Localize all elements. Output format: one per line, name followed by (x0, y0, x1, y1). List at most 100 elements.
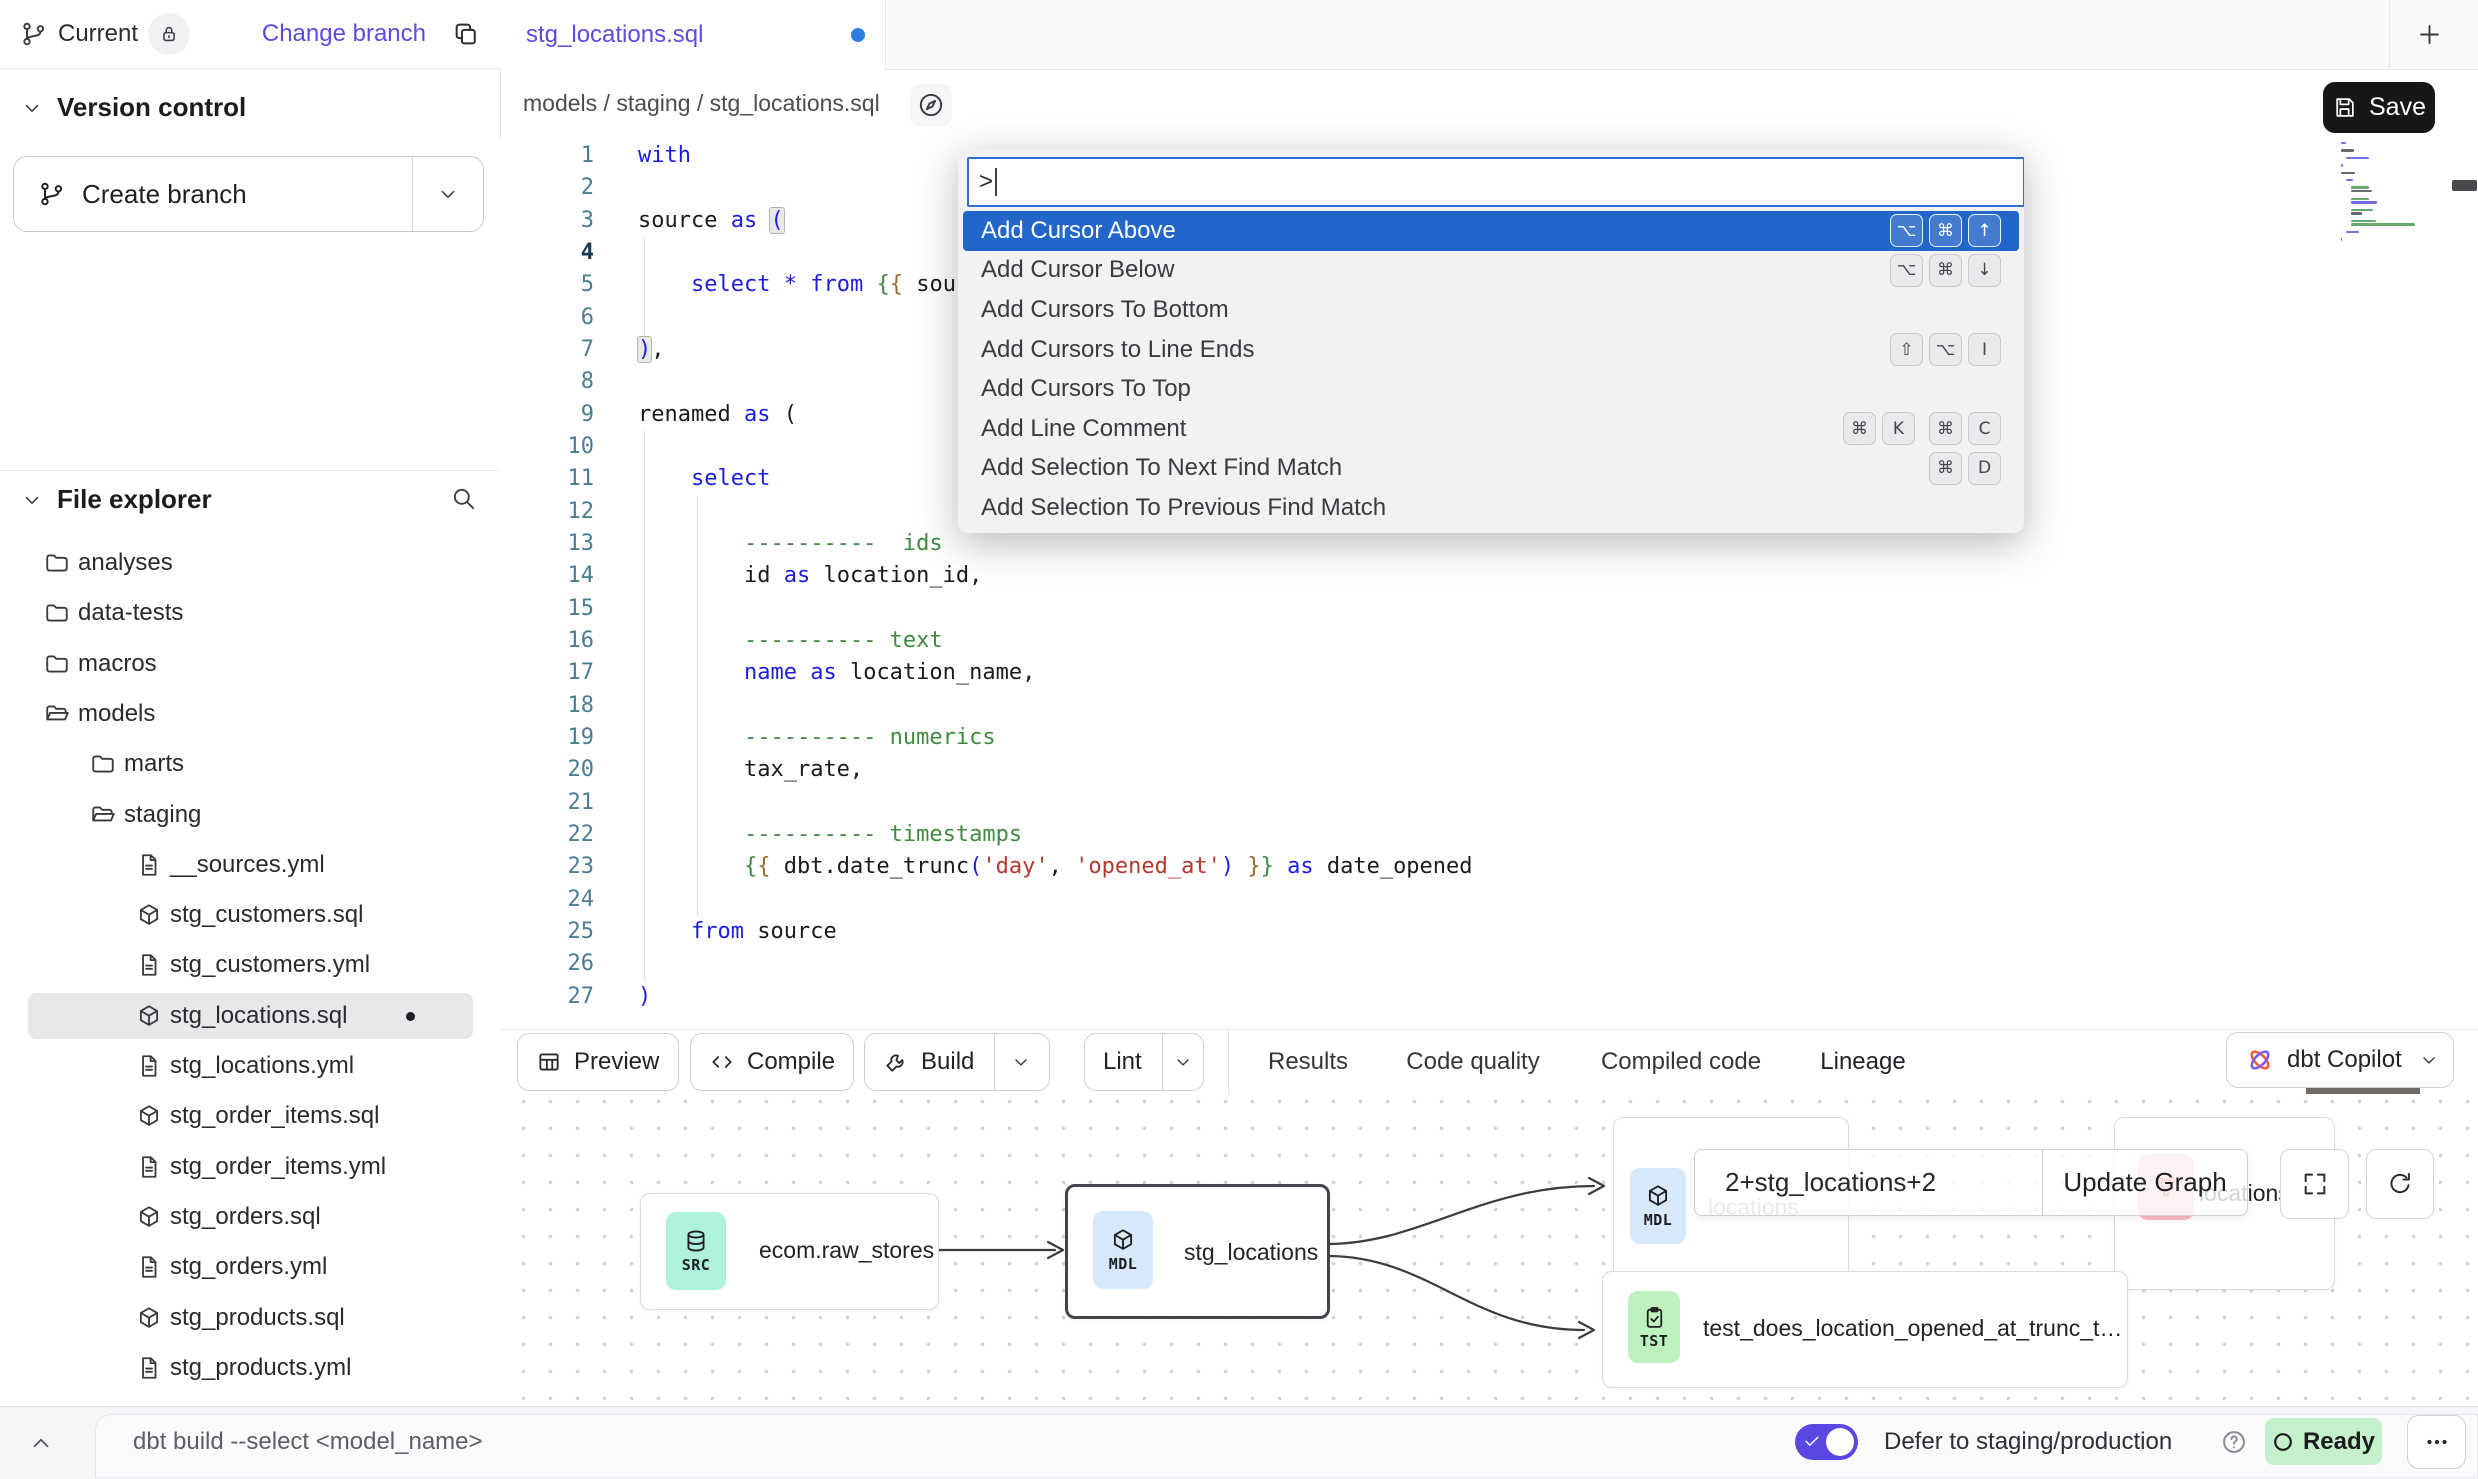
file-item[interactable]: __sources.yml (28, 842, 473, 888)
change-branch-link[interactable]: Change branch (262, 20, 426, 48)
line-number: 15 (500, 593, 594, 625)
branch-bar: Current Change branch (0, 0, 500, 69)
version-control-header[interactable]: Version control (21, 92, 246, 123)
file-item[interactable]: stg_products.sql (28, 1295, 473, 1341)
help-icon[interactable] (2220, 1428, 2248, 1456)
folderOpen-icon (90, 802, 116, 828)
build-button[interactable]: Build (864, 1033, 1050, 1091)
minimap-line (2341, 164, 2343, 166)
palette-item[interactable]: Add Selection To Next Find Match ⌘D (963, 449, 2019, 489)
preview-button[interactable]: Preview (517, 1033, 679, 1091)
compile-button[interactable]: Compile (690, 1033, 854, 1091)
line-number: 13 (500, 528, 594, 560)
model-icon (136, 1204, 162, 1230)
shortcut-keys: ⌘D (1929, 452, 2001, 485)
more-options-button[interactable] (2407, 1415, 2466, 1469)
scrollbar-thumb[interactable] (2452, 180, 2477, 191)
model-icon (136, 1003, 162, 1029)
minimap-line (2351, 209, 2373, 211)
tab-stg-locations[interactable]: stg_locations.sql (500, 0, 886, 69)
build-dropdown[interactable] (994, 1034, 1047, 1090)
lineage-node-test[interactable]: TST test_does_location_opened_at_trunc_t… (1602, 1271, 2128, 1388)
code-line: source as ( (638, 205, 784, 237)
lint-dropdown[interactable] (1162, 1034, 1203, 1090)
ready-status-badge[interactable]: Ready (2265, 1418, 2382, 1465)
update-graph-button[interactable]: Update Graph (2042, 1150, 2247, 1215)
code-line: tax_rate, (638, 754, 863, 786)
file-explorer-header[interactable]: File explorer (21, 484, 212, 515)
key-cap: ⌥ (1929, 333, 1962, 366)
file-item[interactable]: models (28, 691, 473, 737)
key-cap: ⌥ (1890, 214, 1923, 247)
key-cap: ↑ (1968, 214, 2001, 247)
palette-item[interactable]: Add Selection To Next Find Match (963, 528, 2019, 533)
file-item[interactable]: stg_order_items.sql (28, 1093, 473, 1139)
lineage-selector-bar: 2+stg_locations+2 Update Graph (1694, 1149, 2248, 1216)
file-item[interactable]: stg_order_items.yml (28, 1144, 473, 1190)
defer-toggle[interactable] (1795, 1424, 1858, 1460)
palette-item[interactable]: Add Cursors To Top (963, 369, 2019, 409)
panel-tab-code-quality[interactable]: Code quality (1363, 1030, 1583, 1094)
lineage-selector-input[interactable]: 2+stg_locations+2 (1695, 1150, 2042, 1215)
dbt-copilot-button[interactable]: dbt Copilot (2226, 1032, 2454, 1088)
file-item[interactable]: stg_customers.yml (28, 942, 473, 988)
save-button[interactable]: Save (2323, 82, 2435, 133)
chevron-down-icon (1173, 1052, 1193, 1072)
palette-item-label: Add Cursors To Bottom (981, 296, 2001, 324)
key-cap: ⌘ (1929, 254, 1962, 287)
palette-item[interactable]: Add Line Comment ⌘K⌘C (963, 409, 2019, 449)
key-cap: ↓ (1968, 254, 2001, 287)
search-icon[interactable] (450, 485, 477, 512)
file-item[interactable]: data-tests (28, 590, 473, 636)
minimap-line (2351, 186, 2368, 188)
mdl-badge: MDL (1093, 1211, 1153, 1289)
tab-label: stg_locations.sql (526, 21, 703, 49)
model-icon (136, 1305, 162, 1331)
command-palette-input[interactable]: > (967, 157, 2024, 207)
folderOpen-icon (44, 701, 70, 727)
badge-label: SRC (682, 1256, 711, 1274)
key-cap: ⇧ (1890, 333, 1923, 366)
file-item[interactable]: stg_products.yml (28, 1345, 473, 1391)
file-item[interactable]: marts (28, 741, 473, 787)
lint-button[interactable]: Lint (1084, 1033, 1204, 1091)
file-item[interactable]: stg_orders.yml (28, 1244, 473, 1290)
palette-item[interactable]: Add Selection To Previous Find Match (963, 488, 2019, 528)
compass-icon[interactable] (910, 84, 952, 126)
lineage-node-stg-locations[interactable]: MDL stg_locations (1065, 1184, 1330, 1319)
minimap-line (2341, 172, 2355, 174)
folder-icon (44, 550, 70, 576)
line-number: 22 (500, 819, 594, 851)
palette-item[interactable]: Add Cursor Above ⌥⌘↑ (963, 211, 2019, 251)
create-branch-label: Create branch (82, 179, 247, 210)
file-item[interactable]: analyses (28, 540, 473, 586)
palette-item[interactable]: Add Cursor Below ⌥⌘↓ (963, 251, 2019, 291)
defer-label: Defer to staging/production (1884, 1428, 2172, 1456)
file-item[interactable]: stg_locations.sql (28, 993, 473, 1039)
copy-icon[interactable] (452, 20, 480, 48)
palette-item[interactable]: Add Cursors to Line Ends ⇧⌥I (963, 330, 2019, 370)
key-cap: ⌥ (1890, 254, 1923, 287)
model-cube-icon (1645, 1183, 1671, 1209)
file-label: stg_customers.yml (170, 951, 370, 979)
panel-tab-lineage[interactable]: Lineage (1753, 1030, 1973, 1094)
minimap-line (2351, 190, 2372, 192)
new-tab-button[interactable] (2416, 21, 2443, 48)
code-icon (709, 1049, 735, 1075)
refresh-button[interactable] (2366, 1149, 2434, 1219)
palette-item[interactable]: Add Cursors To Bottom (963, 290, 2019, 330)
lineage-node-source[interactable]: SRC ecom.raw_stores (640, 1193, 939, 1310)
file-item[interactable]: stg_orders.sql (28, 1194, 473, 1240)
file-item[interactable]: staging (28, 792, 473, 838)
chevron-up-icon[interactable] (28, 1430, 54, 1456)
create-branch-dropdown[interactable] (412, 157, 483, 231)
minimap[interactable] (2337, 142, 2445, 432)
shortcut-keys: ⇧⌥I (1890, 333, 2001, 366)
file-item[interactable]: macros (28, 641, 473, 687)
create-branch-button[interactable]: Create branch (13, 156, 484, 232)
chevron-down-icon (1011, 1052, 1031, 1072)
file-item[interactable]: stg_customers.sql (28, 892, 473, 938)
lineage-graph[interactable]: SRC ecom.raw_stores MDL stg_locations MD… (500, 1097, 2478, 1406)
fullscreen-button[interactable] (2280, 1149, 2349, 1219)
file-item[interactable]: stg_locations.yml (28, 1043, 473, 1089)
